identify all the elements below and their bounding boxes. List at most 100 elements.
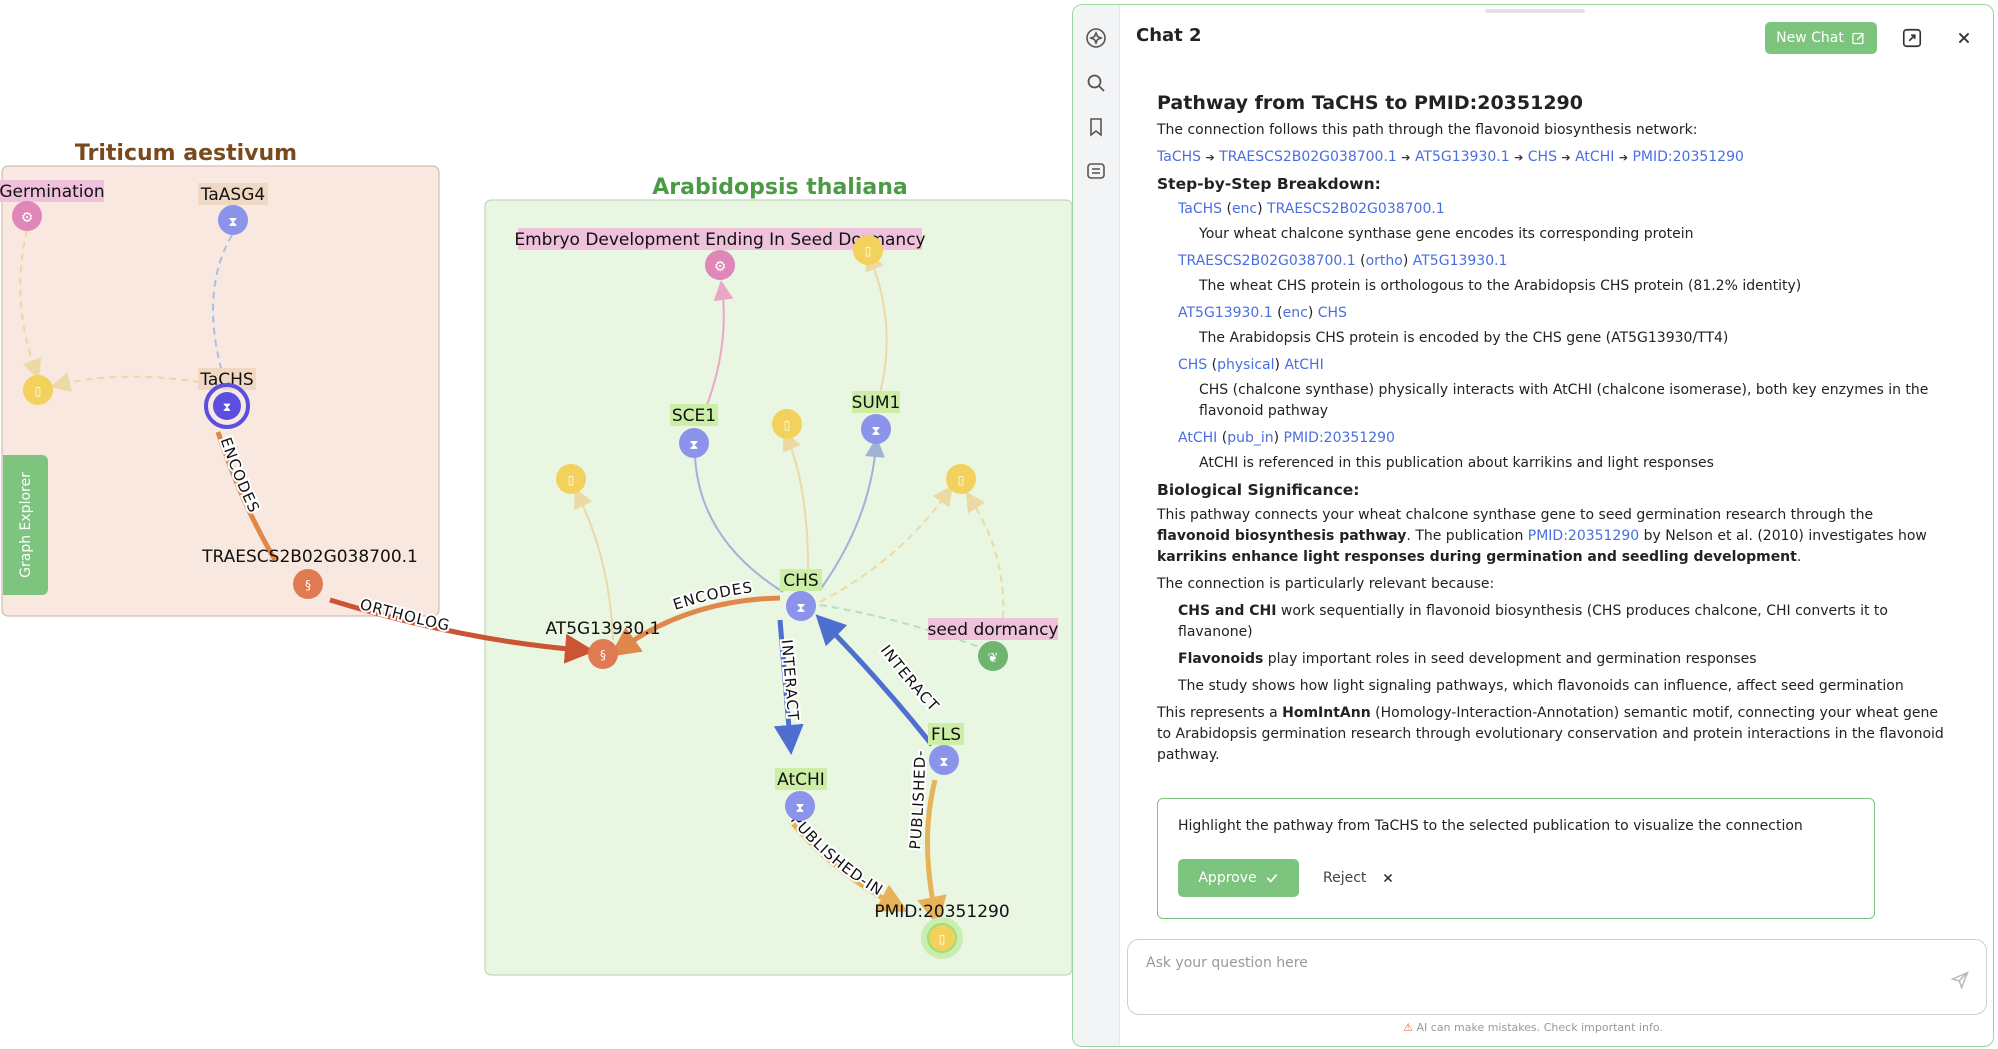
step-head-1: TaCHS (enc) TRAESCS2B02G038700.1 xyxy=(1178,201,1445,217)
chat-title: Chat 2 xyxy=(1136,25,1202,46)
action-proposal-card: Highlight the pathway from TaCHS to the … xyxy=(1157,798,1875,919)
reject-button[interactable]: Reject xyxy=(1323,859,1394,897)
svg-text:▯: ▯ xyxy=(568,473,575,487)
svg-text:⚙: ⚙ xyxy=(21,210,34,226)
graph-explorer-canvas[interactable]: Triticum aestivum Arabidopsis thaliana E… xyxy=(0,0,1072,1049)
bio-significance-title: Biological Significance: xyxy=(1157,481,1360,499)
action-proposal-text: Highlight the pathway from TaCHS to the … xyxy=(1178,818,1803,834)
cluster-title-arabidopsis: Arabidopsis thaliana xyxy=(652,175,907,200)
svg-text:SCE1: SCE1 xyxy=(672,406,716,426)
edit-icon xyxy=(1852,32,1864,44)
step-link[interactable]: AT5G13930.1 xyxy=(1178,305,1273,321)
step-desc-2: The wheat CHS protein is orthologous to … xyxy=(1199,278,1802,294)
svg-text:⧗: ⧗ xyxy=(939,755,948,770)
path-link[interactable]: TRAESCS2B02G038700.1 xyxy=(1219,149,1397,165)
send-icon[interactable] xyxy=(1950,970,1970,990)
svg-text:⧗: ⧗ xyxy=(689,438,698,453)
question-input[interactable] xyxy=(1144,954,1928,972)
node-pub-top[interactable]: ▯ xyxy=(853,235,883,265)
path-link[interactable]: PMID:20351290 xyxy=(1632,149,1743,165)
warning-icon: ⚠ xyxy=(1403,1021,1413,1034)
step-head-4: CHS (physical) AtCHI xyxy=(1178,357,1324,373)
list-item: Flavonoids play important roles in seed … xyxy=(1178,651,1757,667)
expand-icon[interactable] xyxy=(1901,27,1923,49)
step-desc-4: CHS (chalcone synthase) physically inter… xyxy=(1199,382,1929,419)
step-link[interactable]: TRAESCS2B02G038700.1 xyxy=(1267,201,1445,217)
chat-panel: Chat 2 New Chat Pathway from TaCHS to PM… xyxy=(1072,4,1994,1047)
step-relation: enc xyxy=(1231,201,1258,217)
chat-sidebar-rail xyxy=(1073,5,1120,1046)
relevance-intro: The connection is particularly relevant … xyxy=(1157,576,1495,592)
step-relation: pub_in xyxy=(1227,430,1274,446)
reject-label: Reject xyxy=(1323,870,1367,886)
step-head-2: TRAESCS2B02G038700.1 (ortho) AT5G13930.1 xyxy=(1178,253,1508,269)
svg-text:⚙: ⚙ xyxy=(714,259,727,275)
path-link[interactable]: TaCHS xyxy=(1157,149,1201,165)
svg-text:seed dormancy: seed dormancy xyxy=(927,620,1058,640)
search-icon[interactable] xyxy=(1084,71,1108,95)
bookmark-icon[interactable] xyxy=(1084,115,1108,139)
new-chat-button[interactable]: New Chat xyxy=(1765,22,1877,54)
approve-label: Approve xyxy=(1198,870,1257,886)
step-link[interactable]: AtCHI xyxy=(1284,357,1323,373)
step-desc-5: AtCHI is referenced in this publication … xyxy=(1199,455,1714,471)
step-link[interactable]: CHS xyxy=(1178,357,1207,373)
path-link[interactable]: AT5G13930.1 xyxy=(1415,149,1510,165)
svg-text:FLS: FLS xyxy=(931,725,961,745)
check-icon xyxy=(1266,873,1277,883)
motif-paragraph: This represents a HomIntAnn (Homology-In… xyxy=(1157,705,1944,763)
step-desc-3: The Arabidopsis CHS protein is encoded b… xyxy=(1199,330,1729,346)
graph-svg[interactable]: Triticum aestivum Arabidopsis thaliana E… xyxy=(0,0,1072,1049)
svg-text:▯: ▯ xyxy=(784,418,791,432)
drag-handle[interactable] xyxy=(1485,9,1585,13)
step-link[interactable]: CHS xyxy=(1318,305,1347,321)
list-item: The study shows how light signaling path… xyxy=(1178,678,1904,694)
svg-text:⧗: ⧗ xyxy=(795,801,804,816)
node-pub-triticum[interactable]: ▯ xyxy=(23,375,53,405)
svg-text:§: § xyxy=(600,648,606,662)
node-pub-left[interactable]: ▯ xyxy=(556,464,586,494)
path-line: TaCHS ➔ TRAESCS2B02G038700.1 ➔ AT5G13930… xyxy=(1157,149,1744,165)
cluster-title-triticum: Triticum aestivum xyxy=(75,141,297,166)
intro-text: The connection follows this path through… xyxy=(1157,122,1698,138)
svg-text:⧗: ⧗ xyxy=(223,400,231,414)
list-item: CHS and CHI work sequentially in flavono… xyxy=(1178,603,1888,640)
step-breakdown-title: Step-by-Step Breakdown: xyxy=(1157,175,1381,193)
svg-text:TaASG4: TaASG4 xyxy=(200,185,265,205)
node-pub-middle[interactable]: ▯ xyxy=(772,409,802,439)
new-chat-label: New Chat xyxy=(1776,30,1844,46)
svg-text:SUM1: SUM1 xyxy=(852,393,901,413)
x-icon xyxy=(1384,873,1393,883)
svg-text:▯: ▯ xyxy=(958,473,965,487)
graph-explorer-tab-label: Graph Explorer xyxy=(17,472,34,578)
path-link[interactable]: CHS xyxy=(1528,149,1557,165)
question-box xyxy=(1127,939,1987,1015)
svg-text:Germination: Germination xyxy=(0,182,105,202)
node-pub-right[interactable]: ▯ xyxy=(946,464,976,494)
step-link[interactable]: PMID:20351290 xyxy=(1284,430,1395,446)
svg-text:❦: ❦ xyxy=(988,651,999,666)
svg-text:§: § xyxy=(305,578,311,592)
svg-text:⧗: ⧗ xyxy=(871,424,880,439)
svg-text:⧗: ⧗ xyxy=(228,215,237,230)
assistant-icon[interactable] xyxy=(1084,26,1108,50)
path-link[interactable]: AtCHI xyxy=(1575,149,1614,165)
assistant-message: Pathway from TaCHS to PMID:20351290 The … xyxy=(1157,93,1947,772)
close-icon[interactable] xyxy=(1953,27,1975,49)
graph-explorer-tab[interactable]: Graph Explorer xyxy=(3,455,48,595)
chat-history-icon[interactable] xyxy=(1084,159,1108,183)
approve-button[interactable]: Approve xyxy=(1178,859,1299,897)
svg-text:▯: ▯ xyxy=(939,932,946,946)
svg-text:CHS: CHS xyxy=(783,571,818,591)
step-link[interactable]: TaCHS xyxy=(1178,201,1222,217)
step-link[interactable]: TRAESCS2B02G038700.1 xyxy=(1178,253,1356,269)
disclaimer-text: AI can make mistakes. Check important in… xyxy=(1416,1021,1663,1034)
pmid-link[interactable]: PMID:20351290 xyxy=(1528,528,1639,544)
svg-text:TRAESCS2B02G038700.1: TRAESCS2B02G038700.1 xyxy=(201,547,418,567)
cluster-box-arabidopsis xyxy=(484,199,1072,976)
step-head-3: AT5G13930.1 (enc) CHS xyxy=(1178,305,1347,321)
step-link[interactable]: AT5G13930.1 xyxy=(1413,253,1508,269)
step-relation: ortho xyxy=(1365,253,1403,269)
step-link[interactable]: AtCHI xyxy=(1178,430,1217,446)
svg-text:▯: ▯ xyxy=(35,384,42,398)
